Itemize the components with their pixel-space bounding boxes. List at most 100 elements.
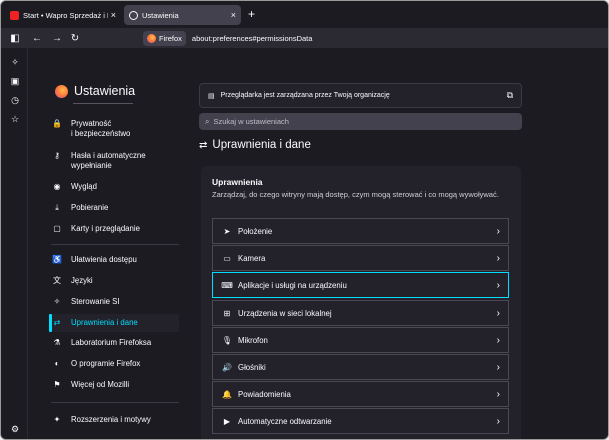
permission-label: Głośniki (238, 362, 266, 372)
chevron-right-icon: › (496, 334, 500, 346)
sidebar-item-ai-controls[interactable]: ✧ Sterowanie SI (51, 297, 179, 307)
network-icon: ⊞ (223, 308, 231, 318)
sidebar-item-label: Prywatność i bezpieczeństwo (71, 119, 131, 138)
sidebar-divider (51, 244, 179, 245)
location-icon: ➤ (223, 226, 231, 236)
new-tab-button[interactable]: + (248, 7, 255, 21)
close-tab-icon[interactable]: × (111, 10, 116, 20)
permission-row-location[interactable]: ➤ Położenie › (212, 218, 509, 244)
firefox-icon: ◐ (54, 359, 60, 368)
camera-icon: ▭ (223, 253, 231, 263)
sidebar-item-labs[interactable]: ⚗ Laboratorium Firefoksa (51, 338, 179, 348)
sidebar-item-tabs[interactable]: ▢ Karty i przeglądanie (51, 224, 179, 234)
sidebar-item-about[interactable]: ◐ O programie Firefox (51, 359, 179, 369)
ai-sparkle-icon[interactable]: ✧ (9, 56, 21, 68)
sidebar-strip: ✧ ▣ ◷ ☆ ⚙ (1, 48, 28, 439)
history-icon[interactable]: ◷ (9, 94, 21, 106)
sidebar-item-label: Rozszerzenia i motywy (71, 415, 151, 424)
sidebar-toggle-icon[interactable]: ◧ (7, 30, 23, 46)
permission-row-local-apps[interactable]: ⌨ Aplikacje i usługi na urządzeniu › (212, 272, 509, 298)
sidebar-item-label: Laboratorium Firefoksa (71, 338, 152, 347)
sidebar-item-label: Sterowanie SI (71, 297, 120, 306)
policy-icon: ▤ (208, 92, 215, 100)
sidebar-item-label: Ułatwienia dostępu (71, 255, 137, 264)
permission-label: Położenie (238, 226, 273, 236)
permission-label: Aplikacje i usługi na urządzeniu (238, 280, 347, 290)
tab-label: Start • Wapro Sprzedaż i Magaz (23, 10, 108, 20)
lock-icon: 🔒 (52, 119, 62, 128)
sidebar-item-label: Więcej od Mozilli (71, 380, 130, 389)
permission-row-camera[interactable]: ▭ Kamera › (212, 245, 509, 271)
permission-label: Powiadomienia (238, 389, 291, 399)
tab-label: Ustawienia (142, 10, 179, 20)
identity-badge[interactable]: Firefox (143, 30, 186, 46)
tab-strip: Start • Wapro Sprzedaż i Magaz × Ustawie… (1, 1, 608, 28)
search-icon: ⌕ (205, 116, 210, 126)
tab-settings[interactable]: Ustawienia × (124, 5, 241, 25)
search-input[interactable]: ⌕ Szukaj w ustawieniach (199, 113, 522, 130)
chevron-right-icon: › (496, 279, 500, 291)
sidebar-item-extensions[interactable]: ✦ Rozszerzenia i motywy (51, 415, 179, 425)
ai-icon: ✧ (53, 297, 61, 306)
permission-row-speakers[interactable]: 🔊 Głośniki › (212, 354, 509, 380)
gear-icon (129, 10, 138, 20)
card-title: Uprawnienia (212, 177, 263, 187)
wapro-favicon-icon (10, 10, 19, 20)
sidebar-item-label: Uprawnienia i dane (71, 318, 138, 327)
back-arrow-icon[interactable]: ← (29, 30, 45, 46)
permission-label: Mikrofon (238, 335, 268, 345)
synced-tabs-icon[interactable]: ▣ (9, 75, 21, 87)
navigation-bar: ◧ ← → ↻ Firefox about:preferences#permis… (1, 28, 608, 48)
policy-text: Przeglądarka jest zarządzana przez Twoją… (220, 92, 390, 99)
accessibility-icon: ♿ (52, 255, 62, 264)
sidebar-item-privacy[interactable]: 🔒 Prywatność i bezpieczeństwo (51, 119, 179, 139)
mozilla-icon: ⚑ (53, 380, 61, 389)
permission-row-autoplay[interactable]: ▶ Automatyczne odtwarzanie › (212, 408, 509, 434)
permission-label: Urządzenia w sieci lokalnej (238, 308, 332, 318)
permission-label: Automatyczne odtwarzanie (238, 416, 332, 426)
scrolled-item-edge (73, 100, 133, 104)
sidebar-item-appearance[interactable]: ◉ Wygląd (51, 182, 179, 192)
bell-icon: 🔔 (222, 389, 232, 399)
sidebar-item-permissions[interactable]: ⇄ Uprawnienia i dane (49, 314, 179, 332)
chevron-right-icon: › (496, 307, 500, 319)
url-text[interactable]: about:preferences#permissionsData (192, 34, 312, 43)
sidebar-item-mozilla[interactable]: ⚑ Więcej od Mozilli (51, 380, 179, 390)
browser-window: Start • Wapro Sprzedaż i Magaz × Ustawie… (0, 0, 609, 440)
forward-arrow-icon[interactable]: → (49, 30, 65, 46)
bookmarks-star-icon[interactable]: ☆ (9, 113, 21, 125)
permission-row-local-network[interactable]: ⊞ Urządzenia w sieci lokalnej › (212, 300, 509, 326)
customize-gear-icon[interactable]: ⚙ (9, 423, 21, 435)
autoplay-icon: ▶ (223, 416, 231, 426)
url-bar[interactable]: Firefox about:preferences#permissionsDat… (143, 29, 605, 47)
sidebar-item-passwords[interactable]: ⚷ Hasła i automatyczne wypełnianie (51, 151, 179, 171)
enterprise-policy-banner[interactable]: ▤ Przeglądarka jest zarządzana przez Two… (199, 83, 522, 108)
sidebar-item-label: Hasła i automatyczne wypełnianie (71, 151, 146, 170)
chevron-right-icon: › (496, 361, 500, 373)
external-link-icon[interactable]: ⧉ (507, 90, 513, 101)
sidebar-item-downloads[interactable]: ⤓ Pobieranie (51, 203, 179, 213)
page-title: ⇄ Uprawnienia i dane (199, 139, 311, 151)
page-title-text: Uprawnienia i dane (212, 139, 311, 151)
tab-wapro[interactable]: Start • Wapro Sprzedaż i Magaz × (5, 5, 121, 25)
sidebar-item-languages[interactable]: 文 Języki (51, 276, 179, 286)
permission-row-microphone[interactable]: 🎙 Mikrofon › (212, 327, 509, 353)
sidebar-item-label: Języki (71, 276, 93, 285)
eye-icon: ◉ (53, 182, 61, 191)
sidebar-item-accessibility[interactable]: ♿ Ułatwienia dostępu (51, 255, 179, 265)
settings-heading: Ustawienia (55, 84, 135, 98)
permission-label: Kamera (238, 253, 266, 263)
identity-badge-label: Firefox (159, 33, 182, 43)
reload-icon[interactable]: ↻ (67, 30, 83, 46)
chevron-right-icon: › (496, 415, 500, 427)
card-description: Zarządzaj, do czego witryny mają dostęp,… (212, 190, 499, 199)
tabs-icon: ▢ (53, 224, 61, 233)
sidebar-item-label: O programie Firefox (71, 359, 141, 368)
search-placeholder: Szukaj w ustawieniach (213, 117, 289, 126)
permissions-icon: ⇄ (53, 318, 61, 327)
sidebar-item-label: Pobieranie (71, 203, 109, 212)
close-tab-icon[interactable]: × (231, 10, 236, 20)
flask-icon: ⚗ (53, 338, 61, 347)
permission-row-notifications[interactable]: 🔔 Powiadomienia › (212, 381, 509, 407)
firefox-logo-icon (147, 33, 156, 43)
